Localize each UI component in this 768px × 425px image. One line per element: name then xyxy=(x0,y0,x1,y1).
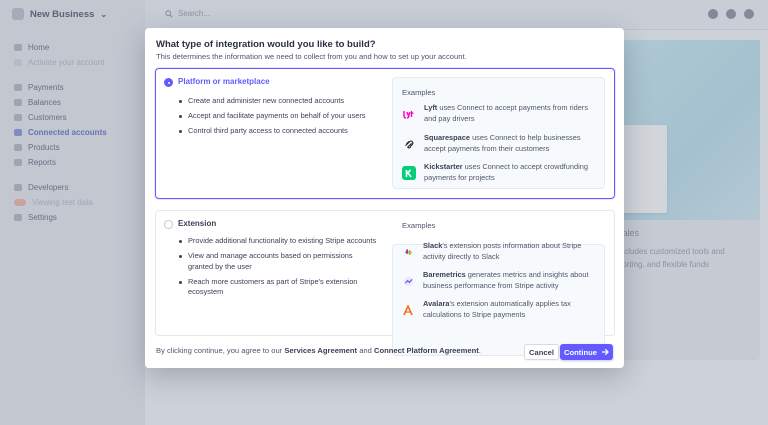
examples-list: Slack's extension posts information abou… xyxy=(392,241,605,356)
radio-extension[interactable] xyxy=(164,220,173,229)
example-description: 's extension posts information about Str… xyxy=(423,241,582,261)
dialog-subtitle: This determines the information we need … xyxy=(156,52,467,61)
option-bullets: Provide additional functionality to exis… xyxy=(178,236,388,302)
arrow-right-icon xyxy=(601,348,609,356)
example-text: Slack's extension posts information abou… xyxy=(423,241,601,262)
baremetrics-icon xyxy=(401,274,415,288)
example-item: Baremetrics generates metrics and insigh… xyxy=(401,270,601,291)
services-agreement-link[interactable]: Services Agreement xyxy=(284,346,357,355)
example-item: Lyft uses Connect to accept payments fro… xyxy=(402,103,602,124)
agreement-notice: By clicking continue, you agree to our S… xyxy=(156,346,481,355)
slack-icon xyxy=(401,245,415,259)
agreement-text: . xyxy=(478,346,481,355)
example-item: Avalara's extension automatically applie… xyxy=(401,299,601,320)
example-item: Slack's extension posts information abou… xyxy=(401,241,601,262)
bullet-item: Reach more customers as part of Stripe's… xyxy=(178,277,368,298)
dialog-title: What type of integration would you like … xyxy=(156,39,376,50)
option-bullets: Create and administer new connected acco… xyxy=(178,96,388,141)
bullet-item: Control third party access to connected … xyxy=(178,126,388,137)
example-item: Squarespace uses Connect to help busines… xyxy=(402,133,602,154)
bullet-item: View and manage accounts based on permis… xyxy=(178,251,363,272)
radio-platform-marketplace[interactable] xyxy=(164,78,173,87)
examples-heading: Examples xyxy=(402,88,436,97)
example-text: Squarespace uses Connect to help busines… xyxy=(424,133,602,154)
connect-platform-agreement-link[interactable]: Connect Platform Agreement xyxy=(374,346,479,355)
agreement-text: By clicking continue, you agree to our xyxy=(156,346,285,355)
avalara-icon xyxy=(401,303,415,317)
example-company: Squarespace xyxy=(424,133,471,142)
example-text: Kickstarter uses Connect to accept crowd… xyxy=(424,162,602,183)
example-company: Lyft xyxy=(424,103,438,112)
example-description: uses Connect to accept payments from rid… xyxy=(424,103,589,123)
bullet-item: Create and administer new connected acco… xyxy=(178,96,388,107)
option-extension[interactable]: Extension Provide additional functionali… xyxy=(155,210,615,356)
option-platform-marketplace[interactable]: Platform or marketplace Create and admin… xyxy=(155,68,615,199)
example-company: Baremetrics xyxy=(423,270,466,279)
agreement-text: and xyxy=(357,346,374,355)
example-company: Kickstarter xyxy=(424,162,463,171)
bullet-item: Provide additional functionality to exis… xyxy=(178,236,388,247)
option-title: Platform or marketplace xyxy=(178,77,270,86)
kickstarter-icon xyxy=(402,166,416,180)
example-company: Slack xyxy=(423,241,443,250)
continue-label: Continue xyxy=(564,347,597,357)
examples-heading: Examples xyxy=(402,221,436,230)
option-title: Extension xyxy=(178,219,217,228)
example-text: Lyft uses Connect to accept payments fro… xyxy=(424,103,602,124)
continue-button[interactable]: Continue xyxy=(560,344,613,360)
squarespace-icon xyxy=(402,137,416,151)
example-company: Avalara xyxy=(423,299,450,308)
examples-panel: Examples Lyft uses Connect to accept pay… xyxy=(392,77,605,189)
integration-type-dialog: What type of integration would you like … xyxy=(145,28,624,368)
bullet-item: Accept and facilitate payments on behalf… xyxy=(178,111,388,122)
example-text: Avalara's extension automatically applie… xyxy=(423,299,601,320)
cancel-button[interactable]: Cancel xyxy=(524,344,559,360)
example-text: Baremetrics generates metrics and insigh… xyxy=(423,270,601,291)
lyft-icon xyxy=(402,107,416,121)
example-item: Kickstarter uses Connect to accept crowd… xyxy=(402,162,602,183)
